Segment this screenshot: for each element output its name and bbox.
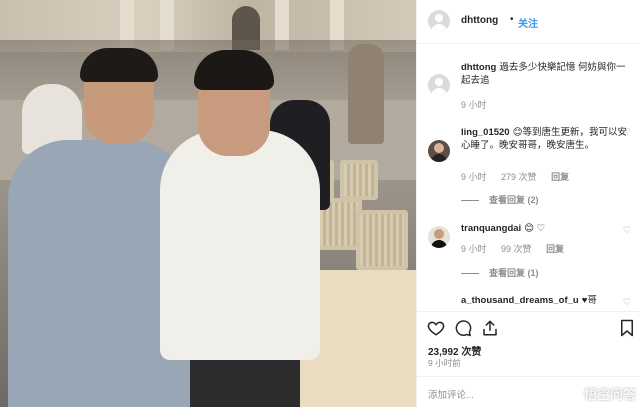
watermark-text: 悟空问答 <box>583 387 636 402</box>
post-photo[interactable] <box>0 0 416 407</box>
view-replies-button[interactable]: 查看回复 (1) <box>461 266 539 279</box>
reply-button[interactable]: 回复 <box>551 172 569 182</box>
comment-username[interactable]: a_thousand_dreams_of_u <box>461 295 579 306</box>
comment-text: 😊 ♡ <box>524 223 546 234</box>
separator-dot: • <box>510 14 514 25</box>
share-icon[interactable] <box>480 318 500 338</box>
post-side-panel: dhttong • 关注 dhttong 過去多少快樂記憶 何妨與你一起去追 9 … <box>416 0 640 407</box>
add-comment-input[interactable]: 添加评论... <box>428 387 474 401</box>
bookmark-icon[interactable] <box>617 318 637 338</box>
comment-likes[interactable]: 279 次赞 <box>501 172 537 182</box>
comment-text: ♥哥 <box>581 295 597 306</box>
comment: a_thousand_dreams_of_u ♥哥 <box>461 294 629 307</box>
heart-icon[interactable] <box>426 318 446 338</box>
post-header: dhttong • 关注 <box>417 0 640 44</box>
comment: tranquangdai 😊 ♡ <box>461 222 629 235</box>
background-person <box>348 44 384 144</box>
caption-meta: 9 小时 <box>461 98 499 111</box>
reply-button[interactable]: 回复 <box>546 244 564 254</box>
comment-avatar[interactable] <box>428 226 450 248</box>
replies-line <box>461 273 479 275</box>
person-right-body <box>160 130 320 360</box>
comment-meta: 9 小时 99 次赞 回复 <box>461 242 576 255</box>
comment-username[interactable]: tranquangdai <box>461 223 521 234</box>
watermark: 悟空问答 <box>563 384 636 404</box>
comment-username[interactable]: ling_01520 <box>461 127 510 138</box>
view-replies-button[interactable]: 查看回复 (2) <box>461 193 539 206</box>
likes-count[interactable]: 23,992 次赞 <box>428 343 481 358</box>
person-left-hair <box>80 48 158 82</box>
person-right-hair <box>194 50 274 90</box>
replies-line <box>461 200 479 202</box>
post-time: 9 小时前 <box>428 358 461 368</box>
caption: dhttong 過去多少快樂記憶 何妨與你一起去追 <box>461 61 629 87</box>
user-avatar[interactable] <box>428 10 450 32</box>
follow-button[interactable]: 关注 <box>518 15 538 30</box>
post-username[interactable]: dhttong <box>461 15 498 26</box>
caption-username[interactable]: dhttong <box>461 62 496 73</box>
comment-icon[interactable] <box>453 318 473 338</box>
comment-avatar[interactable] <box>428 140 450 162</box>
comment-like-icon[interactable]: ♡ <box>623 297 631 308</box>
comment-like-icon[interactable]: ♡ <box>623 225 631 236</box>
cafe-chair <box>340 160 378 200</box>
view-replies-label: 查看回复 (2) <box>489 195 539 205</box>
cafe-chair <box>356 210 408 270</box>
comment-time: 9 小时 <box>461 172 487 182</box>
comment: ling_01520 😊等到唐生更新，我可以安心睡了。晚安哥哥，晚安唐生。 <box>461 126 629 152</box>
comments-list[interactable]: dhttong 過去多少快樂記憶 何妨與你一起去追 9 小时 ling_01520… <box>417 45 640 311</box>
caption-time: 9 小时 <box>461 100 487 110</box>
comment-meta: 9 小时 279 次赞 回复 <box>461 170 581 183</box>
comment-time: 9 小时 <box>461 244 487 254</box>
caption-avatar[interactable] <box>428 74 450 96</box>
comment-likes[interactable]: 99 次赞 <box>501 244 532 254</box>
watermark-logo-icon <box>563 387 580 404</box>
comment-like-icon[interactable]: ♡ <box>623 127 631 138</box>
view-replies-label: 查看回复 (1) <box>489 268 539 278</box>
